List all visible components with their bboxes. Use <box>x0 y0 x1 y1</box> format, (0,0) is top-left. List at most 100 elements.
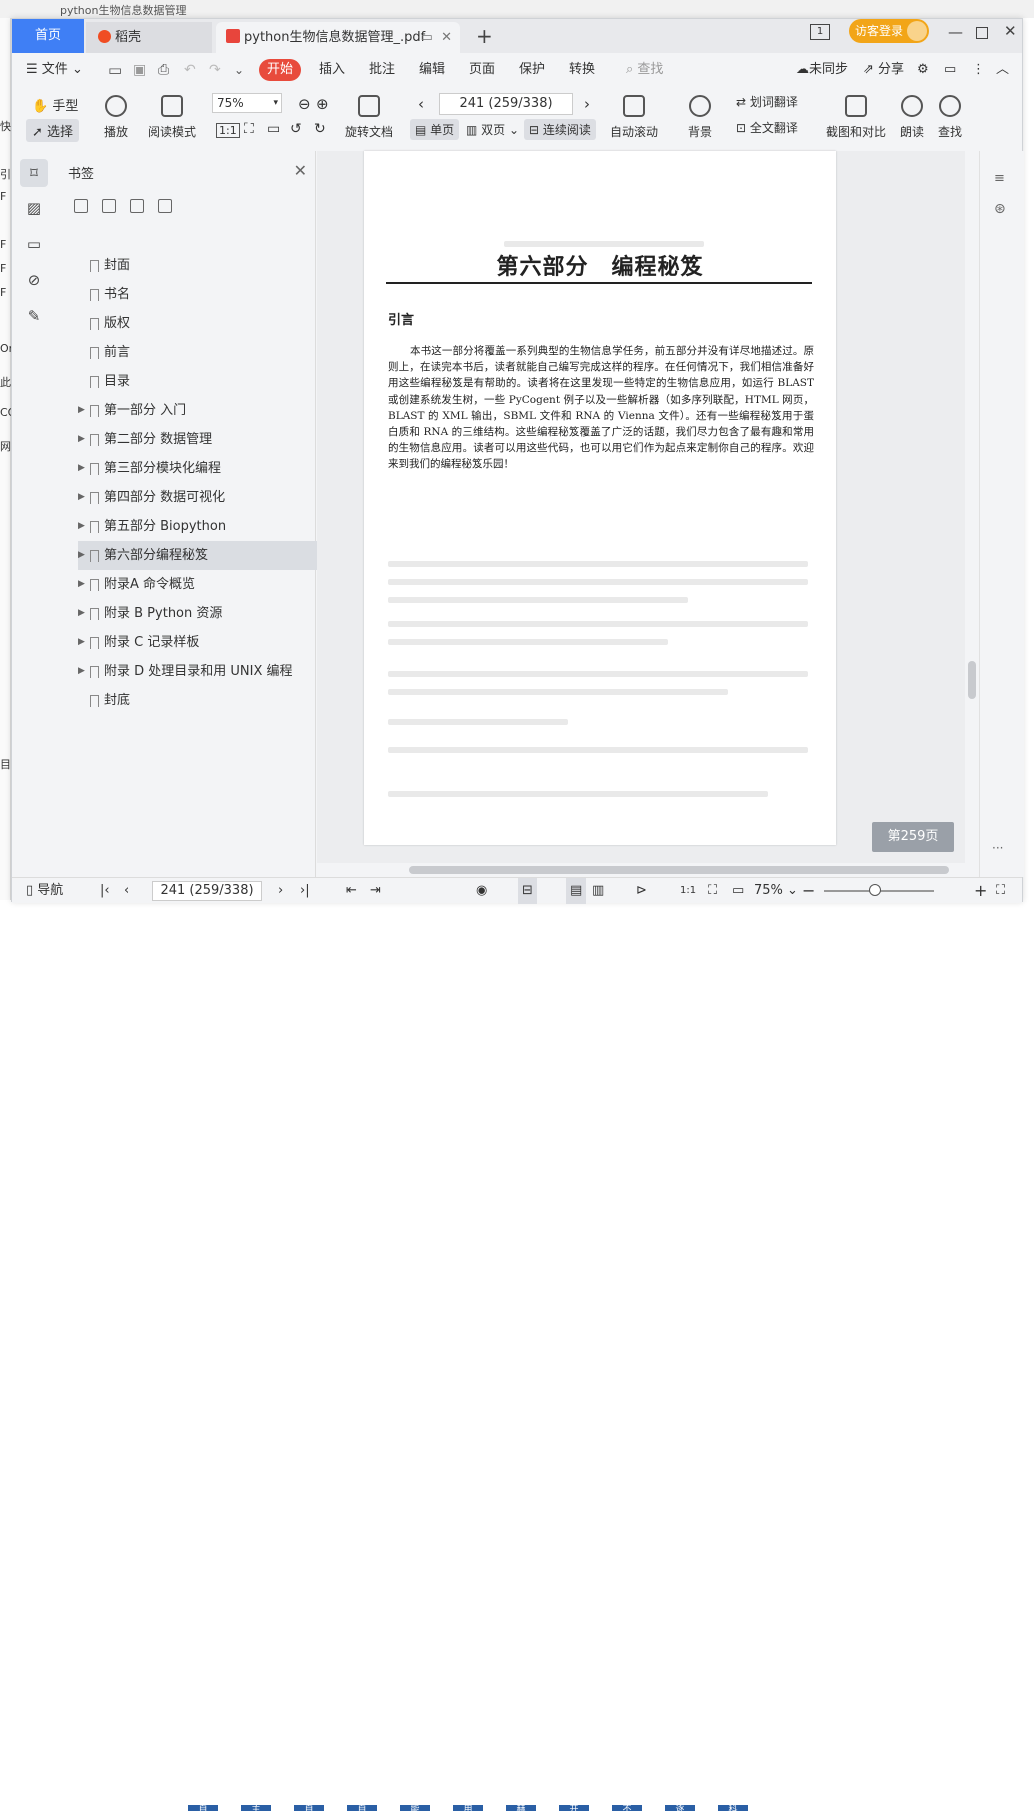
zoom-out-status-icon[interactable]: − <box>802 878 815 904</box>
menu-file[interactable]: ☰ 文件 ⌄ <box>26 53 83 87</box>
bookmark-item[interactable]: 封面 <box>78 251 318 280</box>
bookmark-item[interactable]: ▶ 第六部分编程秘笈 <box>78 541 318 570</box>
read-mode-button[interactable]: 阅读模式 <box>148 95 196 140</box>
status-page-input[interactable]: 241 (259/338) <box>152 881 262 901</box>
fit-page-icon[interactable]: ⛶ <box>244 121 254 137</box>
menu-edit[interactable]: 编辑 <box>419 53 445 87</box>
read-aloud-button[interactable]: 朗读 <box>900 95 924 140</box>
prev-page-icon[interactable]: ‹ <box>418 95 424 113</box>
actual-size-status-icon[interactable]: 1:1 <box>680 878 696 904</box>
close-tab-icon[interactable]: ✕ <box>441 30 452 45</box>
fit-page-status-icon[interactable]: ⛶ <box>708 878 717 904</box>
bookmark-item[interactable]: 前言 <box>78 338 318 367</box>
menu-lines-icon[interactable]: ≡ <box>994 171 1005 186</box>
bookmark-expand-icon[interactable] <box>130 199 144 213</box>
message-icon[interactable]: ▭ <box>944 53 956 87</box>
bookmark-panel-icon[interactable]: ⌑ <box>20 159 48 187</box>
actual-size-icon[interactable]: 1:1 <box>216 123 240 138</box>
hand-tool-button[interactable]: ✋ 手型 <box>32 95 78 114</box>
last-page-icon[interactable]: ›| <box>300 878 310 904</box>
more-quick-icon[interactable]: ⌄ <box>234 53 244 87</box>
save-icon[interactable]: ▣ <box>133 53 146 87</box>
continuous-read-button[interactable]: ⊟ 连续阅读 <box>524 119 596 140</box>
menu-annotate[interactable]: 批注 <box>369 53 395 87</box>
rotate-document-button[interactable]: 旋转文档 <box>345 95 393 140</box>
ai-search-icon[interactable]: ⊛ <box>994 201 1006 217</box>
tab-home[interactable]: 首页 <box>12 19 84 53</box>
expand-arrow-icon[interactable]: ▶ <box>78 657 85 686</box>
thumbnail-icon[interactable]: ▨ <box>24 199 44 219</box>
menu-page[interactable]: 页面 <box>469 53 495 87</box>
add-child-bookmark-icon[interactable] <box>102 199 116 213</box>
horizontal-scroll-thumb[interactable] <box>409 866 949 874</box>
redo-icon[interactable]: ↷ <box>209 53 221 87</box>
play-status-icon[interactable]: ⊳ <box>636 878 647 904</box>
bookmark-item[interactable]: ▶ 第三部分模块化编程 <box>78 454 318 483</box>
rotate-left-icon[interactable]: ↺ <box>290 121 302 137</box>
menu-convert[interactable]: 转换 <box>569 53 595 87</box>
menu-insert[interactable]: 插入 <box>319 53 345 87</box>
zoom-slider-knob[interactable] <box>869 884 881 896</box>
tab-daoke[interactable]: 稻壳 <box>86 22 212 53</box>
double-page-status-icon[interactable]: ▥ <box>592 878 604 904</box>
document-view[interactable]: 第六部分 编程秘笈 引言 本书这一部分将覆盖一系列典型的生物信息学任务，前五部分… <box>317 151 965 863</box>
attachment-icon[interactable]: ⊘ <box>24 271 44 291</box>
open-icon[interactable]: ▭ <box>108 53 122 87</box>
fit-width-status-icon[interactable]: ▭ <box>732 878 744 904</box>
bookmark-item[interactable]: ▶ 附录 C 记录样板 <box>78 628 318 657</box>
single-page-button[interactable]: ▤ 单页 <box>410 119 460 140</box>
expand-arrow-icon[interactable]: ▶ <box>78 512 85 541</box>
zoom-in-icon[interactable]: ⊕ <box>316 95 329 113</box>
tab-pdf-document[interactable]: python生物信息数据管理_.pdf ▭ ✕ <box>216 22 460 53</box>
bookmark-item[interactable]: 封底 <box>78 686 318 715</box>
vertical-scroll-thumb[interactable] <box>968 661 976 699</box>
menu-search[interactable]: ⌕ 查找 <box>626 53 663 87</box>
bookmark-item[interactable]: ▶ 附录 B Python 资源 <box>78 599 318 628</box>
close-panel-icon[interactable]: ✕ <box>294 161 307 180</box>
expand-arrow-icon[interactable]: ▶ <box>78 483 85 512</box>
guest-login-button[interactable]: 访客登录 <box>849 19 929 43</box>
add-bookmark-icon[interactable] <box>74 199 88 213</box>
continuous-status-icon[interactable]: ⊟ <box>518 878 537 904</box>
settings-icon[interactable]: ⚙ <box>917 53 929 87</box>
close-window-icon[interactable]: ✕ <box>1004 22 1017 40</box>
comment-icon[interactable]: ▭ <box>24 235 44 255</box>
bookmark-item[interactable]: 目录 <box>78 367 318 396</box>
bookmark-item[interactable]: 版权 <box>78 309 318 338</box>
prev-page-status-icon[interactable]: ‹ <box>124 878 129 904</box>
bookmark-item[interactable]: 书名 <box>78 280 318 309</box>
zoom-slider[interactable] <box>824 884 934 896</box>
pin-icon[interactable]: ▭ <box>421 30 433 45</box>
bookmark-icon[interactable] <box>158 199 172 213</box>
expand-arrow-icon[interactable]: ▶ <box>78 396 85 425</box>
signature-icon[interactable]: ✎ <box>24 307 44 327</box>
word-translate-button[interactable]: ⇄ 划词翻译 <box>736 93 798 110</box>
more-icon[interactable]: ⋮ <box>972 53 985 87</box>
status-zoom-select[interactable]: 75% ⌄ <box>754 878 798 904</box>
add-tab-button[interactable]: + <box>476 24 493 48</box>
double-page-button[interactable]: ▥ 双页 ⌄ <box>466 121 519 138</box>
zoom-select[interactable]: 75% ▾ <box>212 93 282 113</box>
minimize-icon[interactable]: — <box>948 23 963 41</box>
menu-start[interactable]: 开始 <box>259 59 302 81</box>
zoom-out-icon[interactable]: ⊖ <box>298 95 311 113</box>
share-button[interactable]: ⇗ 分享 <box>863 53 904 87</box>
eye-mode-icon[interactable]: ◉ <box>476 878 487 904</box>
auto-scroll-button[interactable]: 自动滚动 <box>610 95 658 140</box>
bookmark-item[interactable]: ▶ 附录 D 处理目录和用 UNIX 编程 <box>78 657 318 686</box>
expand-arrow-icon[interactable]: ▶ <box>78 599 85 628</box>
collapse-ribbon-icon[interactable]: ︿ <box>996 53 1009 87</box>
zoom-in-status-icon[interactable]: + <box>974 878 987 904</box>
expand-arrow-icon[interactable]: ▶ <box>78 425 85 454</box>
bookmark-item[interactable]: ▶ 第一部分 入门 <box>78 396 318 425</box>
bookmark-item[interactable]: ▶ 第五部分 Biopython <box>78 512 318 541</box>
next-page-icon[interactable]: › <box>584 95 590 113</box>
vertical-scrollbar[interactable] <box>965 151 979 863</box>
fullscreen-icon[interactable]: ⛶ <box>996 878 1005 904</box>
expand-arrow-icon[interactable]: ▶ <box>78 454 85 483</box>
page-indicator-icon[interactable]: 1 <box>810 24 830 40</box>
bookmark-item[interactable]: ▶ 第四部分 数据可视化 <box>78 483 318 512</box>
next-page-status-icon[interactable]: › <box>278 878 283 904</box>
bookmark-item[interactable]: ▶ 第二部分 数据管理 <box>78 425 318 454</box>
background-button[interactable]: 背景 <box>688 95 712 140</box>
